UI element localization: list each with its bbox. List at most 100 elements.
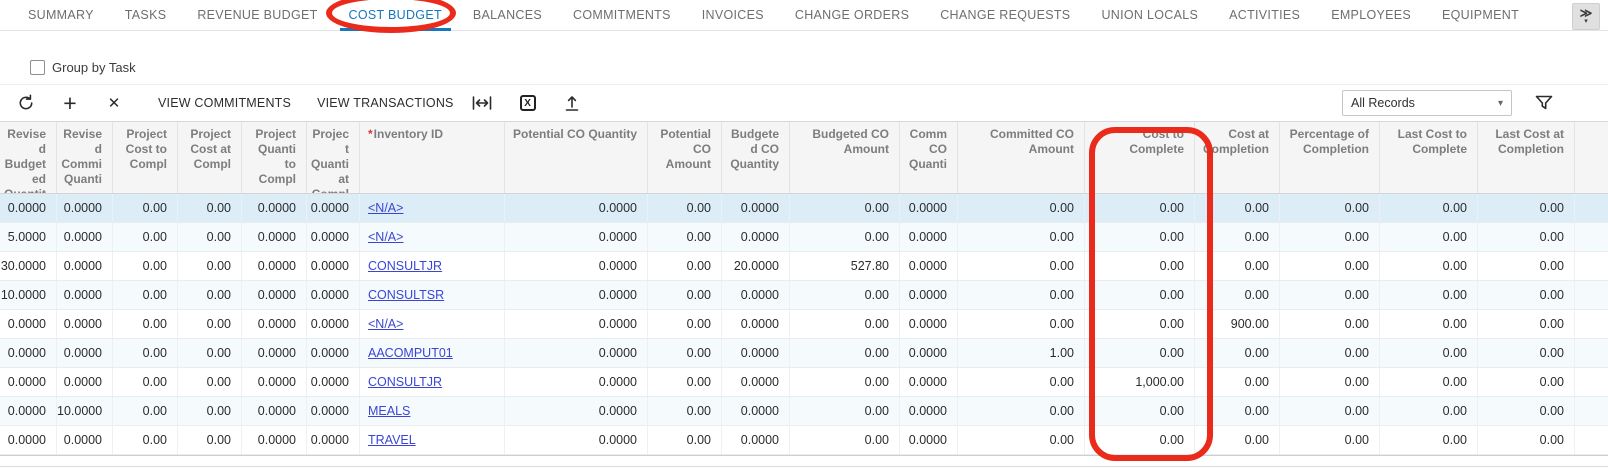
grid-cell[interactable]: 0.00	[1195, 426, 1280, 454]
tab-summary[interactable]: SUMMARY	[28, 0, 94, 31]
grid-cell[interactable]: 0.00	[1478, 426, 1575, 454]
grid-cell[interactable]: 0.00	[178, 368, 242, 396]
grid-cell[interactable]: 0.0000	[57, 223, 113, 251]
grid-cell[interactable]: 0.0000	[722, 310, 790, 338]
grid-cell[interactable]: 0.00	[1478, 194, 1575, 222]
grid-cell[interactable]: 0.00	[1380, 339, 1478, 367]
grid-cell[interactable]: 0.00	[1195, 339, 1280, 367]
grid-cell[interactable]: MEALS	[360, 397, 505, 425]
grid-cell[interactable]: 0.0000	[900, 223, 958, 251]
grid-row-9[interactable]: 0.00000.00000.000.000.00000.0000TRAVEL0.…	[0, 426, 1608, 455]
inventory-id-link[interactable]: MEALS	[368, 404, 410, 418]
grid-cell[interactable]: 0.00	[1380, 426, 1478, 454]
grid-cell[interactable]: 0.00	[113, 397, 178, 425]
grid-cell[interactable]: TRAVEL	[360, 426, 505, 454]
view-commitments-button[interactable]: VIEW COMMITMENTS	[158, 96, 291, 110]
grid-cell[interactable]: 0.00	[1195, 194, 1280, 222]
grid-cell[interactable]: 0.0000	[307, 339, 360, 367]
grid-cell[interactable]: 0.0000	[307, 310, 360, 338]
grid-cell[interactable]: 20.0000	[722, 252, 790, 280]
grid-cell[interactable]: 0.0000	[505, 426, 648, 454]
tab-change-requests[interactable]: CHANGE REQUESTS	[940, 0, 1070, 31]
grid-cell[interactable]: 0.0000	[900, 368, 958, 396]
grid-cell[interactable]: 0.0000	[900, 194, 958, 222]
grid-cell[interactable]: AACOMPUT01	[360, 339, 505, 367]
column-header-inventory-id[interactable]: *Inventory ID	[360, 122, 505, 193]
grid-cell[interactable]: 30.0000	[0, 252, 57, 280]
grid-cell[interactable]: 0.0000	[242, 281, 307, 309]
grid-cell[interactable]: 0.0000	[900, 339, 958, 367]
grid-cell[interactable]: <N/A>	[360, 223, 505, 251]
grid-cell[interactable]: 0.0000	[505, 223, 648, 251]
grid-cell[interactable]: 0.0000	[57, 252, 113, 280]
grid-cell[interactable]: 0.0000	[307, 426, 360, 454]
grid-row-5[interactable]: 0.00000.00000.000.000.00000.0000<N/A>0.0…	[0, 310, 1608, 339]
inventory-id-link[interactable]: AACOMPUT01	[368, 346, 453, 360]
column-header-project-quanti-at-compl[interactable]: Project Quanti at Compl	[307, 122, 360, 193]
records-filter-select[interactable]: All Records ▾	[1342, 90, 1512, 116]
inventory-id-link[interactable]: TRAVEL	[368, 433, 416, 447]
inventory-id-link[interactable]: CONSULTJR	[368, 375, 442, 389]
grid-cell[interactable]: 0.0000	[505, 310, 648, 338]
grid-cell[interactable]: 0.00	[178, 281, 242, 309]
grid-cell[interactable]: 0.0000	[505, 368, 648, 396]
grid-cell[interactable]: 0.00	[648, 339, 722, 367]
grid-cell[interactable]: 0.0000	[722, 368, 790, 396]
grid-cell[interactable]: 0.0000	[505, 281, 648, 309]
tab-overflow-button[interactable]: ≫ ▾	[1572, 3, 1600, 30]
grid-cell[interactable]: 0.0000	[0, 339, 57, 367]
grid-cell[interactable]: 0.0000	[242, 223, 307, 251]
grid-row-4[interactable]: 10.00000.00000.000.000.00000.0000CONSULT…	[0, 281, 1608, 310]
grid-row-3[interactable]: 30.00000.00000.000.000.00000.0000CONSULT…	[0, 252, 1608, 281]
grid-cell[interactable]: 0.0000	[722, 281, 790, 309]
grid-cell[interactable]: 0.00	[1478, 397, 1575, 425]
column-header-budgeted-co-quantity[interactable]: Budgeted CO Quantity	[722, 122, 790, 193]
grid-cell[interactable]: 0.00	[1478, 339, 1575, 367]
grid-cell[interactable]: 0.00	[1195, 368, 1280, 396]
grid-cell[interactable]: 0.0000	[722, 223, 790, 251]
grid-cell[interactable]: 0.00	[1478, 252, 1575, 280]
grid-cell[interactable]: 0.00	[648, 368, 722, 396]
column-header-revised-budgeted-quantity[interactable]: Revised Budgeted Quantity	[0, 122, 57, 193]
grid-cell[interactable]: 0.00	[1478, 310, 1575, 338]
grid-cell[interactable]: 0.0000	[242, 194, 307, 222]
grid-cell[interactable]: 0.00	[1085, 339, 1195, 367]
column-header-revised-commi-quanti[interactable]: Revised Commi Quanti	[57, 122, 113, 193]
grid-cell[interactable]: 0.0000	[900, 426, 958, 454]
grid-cell[interactable]: 0.0000	[57, 339, 113, 367]
grid-cell[interactable]: 0.00	[648, 426, 722, 454]
column-header-project-quanti-to-compl[interactable]: Project Quanti to Compl	[242, 122, 307, 193]
grid-cell[interactable]: 0.00	[790, 194, 900, 222]
grid-cell[interactable]: 527.80	[790, 252, 900, 280]
grid-cell[interactable]: 0.00	[178, 194, 242, 222]
tab-union-locals[interactable]: UNION LOCALS	[1101, 0, 1198, 31]
column-header-last-cost-to-complete[interactable]: Last Cost to Complete	[1380, 122, 1478, 193]
filter-settings-button[interactable]	[1534, 93, 1554, 113]
grid-cell[interactable]: 0.00	[113, 310, 178, 338]
grid-cell[interactable]: 0.0000	[57, 281, 113, 309]
grid-cell[interactable]: 0.00	[790, 281, 900, 309]
grid-cell[interactable]: 0.00	[958, 194, 1085, 222]
grid-cell[interactable]: 0.0000	[242, 252, 307, 280]
grid-cell[interactable]: 0.00	[1280, 252, 1380, 280]
grid-cell[interactable]: 0.00	[1380, 368, 1478, 396]
grid-cell[interactable]: CONSULTJR	[360, 252, 505, 280]
delete-row-button[interactable]: ✕	[104, 93, 124, 113]
grid-cell[interactable]: 0.0000	[722, 339, 790, 367]
grid-cell[interactable]: 0.0000	[505, 339, 648, 367]
grid-cell[interactable]: 0.00	[958, 281, 1085, 309]
grid-cell[interactable]: 1.00	[958, 339, 1085, 367]
grid-cell[interactable]: 0.0000	[307, 397, 360, 425]
grid-cell[interactable]: 0.00	[1195, 397, 1280, 425]
grid-row-7[interactable]: 0.00000.00000.000.000.00000.0000CONSULTJ…	[0, 368, 1608, 397]
column-header-potential-co-amount[interactable]: Potential CO Amount	[648, 122, 722, 193]
grid-cell[interactable]: <N/A>	[360, 310, 505, 338]
grid-cell[interactable]: 0.00	[178, 310, 242, 338]
grid-cell[interactable]: 0.0000	[57, 368, 113, 396]
grid-cell[interactable]: 0.00	[1085, 426, 1195, 454]
grid-cell[interactable]: 0.0000	[0, 397, 57, 425]
grid-cell[interactable]: 0.00	[1085, 281, 1195, 309]
grid-cell[interactable]: 0.00	[113, 281, 178, 309]
grid-cell[interactable]: 5.0000	[0, 223, 57, 251]
grid-cell[interactable]: 0.00	[113, 223, 178, 251]
